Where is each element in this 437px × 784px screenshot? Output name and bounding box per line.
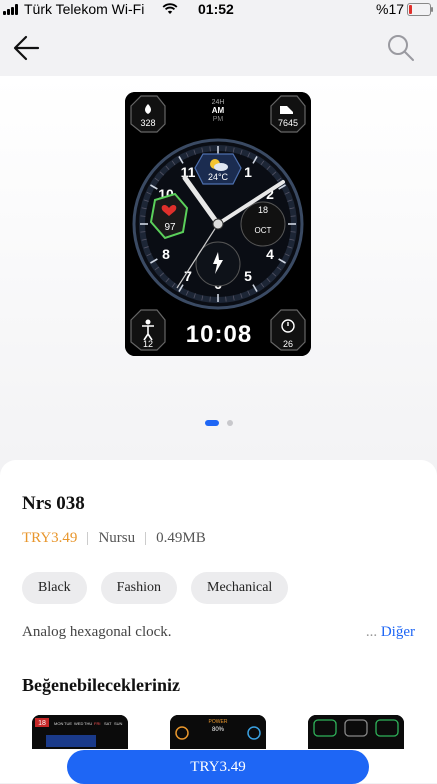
dial-tick <box>225 296 227 302</box>
signal-icon <box>3 4 18 15</box>
more-link[interactable]: ... Diğer <box>366 624 415 641</box>
tag-chip[interactable]: Fashion <box>100 572 177 604</box>
thumb-day-label: FRI <box>94 721 100 726</box>
recommendations-list: 18 MON TUE WED THU FRI SAT SUN POWER 80% <box>32 715 432 755</box>
recommendation-thumb[interactable]: POWER 80% <box>170 715 266 749</box>
heart-rate-value: 97 <box>164 222 176 233</box>
thumb-day-label: SUN <box>114 721 123 726</box>
pager-dot[interactable] <box>226 420 233 426</box>
bottom-right-value: 26 <box>283 339 293 349</box>
dial-tick <box>209 146 211 152</box>
product-meta: TRY3.49 Nursu 0.49MB <box>22 530 206 547</box>
thumb-power-label: POWER <box>209 719 228 725</box>
carrier-label: Türk Telekom Wi-Fi <box>24 1 145 17</box>
dial-tick <box>290 215 296 217</box>
battery-icon <box>407 3 433 16</box>
date-day: 18 <box>258 205 268 215</box>
dial-number: 8 <box>162 246 170 262</box>
ampm-pm: PM <box>213 116 224 123</box>
nav-bar <box>0 20 437 76</box>
dial-number: 4 <box>266 246 274 262</box>
divider <box>145 532 147 545</box>
tag-list: Black Fashion Mechanical <box>22 572 289 604</box>
details-sheet: Nrs 038 TRY3.49 Nursu 0.49MB Black Fashi… <box>0 460 437 784</box>
status-bar: Türk Telekom Wi-Fi 01:52 %17 <box>0 0 437 20</box>
image-pager[interactable] <box>0 420 437 426</box>
search-icon[interactable] <box>385 32 417 64</box>
dial-tick <box>140 215 146 217</box>
status-time: 01:52 <box>198 1 234 17</box>
tag-chip[interactable]: Mechanical <box>191 572 289 604</box>
ampm-am: AM <box>212 106 225 115</box>
product-price: TRY3.49 <box>22 530 78 546</box>
try-button[interactable]: TRY3.49 <box>67 750 369 784</box>
dial-tick <box>209 296 211 302</box>
digital-time: 10:08 <box>186 321 252 348</box>
tag-chip[interactable]: Black <box>22 572 87 604</box>
thumb-power-value: 80% <box>212 727 225 733</box>
recommendation-thumb[interactable] <box>308 715 404 749</box>
dial-tick <box>225 146 227 152</box>
recommendations-title: Beğenebilecekleriniz <box>22 675 180 695</box>
thumb-date: 18 <box>38 720 46 727</box>
product-title: Nrs 038 <box>22 493 85 514</box>
more-link-label[interactable]: Diğer <box>381 624 415 640</box>
thumb-day-label: SAT <box>104 721 112 726</box>
thumb-day-label: THU <box>84 721 92 726</box>
thumb-day-label: MON <box>54 721 63 726</box>
dial-number: 1 <box>244 164 252 180</box>
product-description: Analog hexagonal clock. <box>22 624 172 640</box>
recommendation-thumb[interactable]: 18 MON TUE WED THU FRI SAT SUN <box>32 715 128 749</box>
back-arrow-icon[interactable] <box>10 30 46 66</box>
dial-number: 5 <box>244 268 252 284</box>
dial-tick <box>290 231 296 233</box>
steps-left-value: 328 <box>140 118 155 128</box>
product-author[interactable]: Nursu <box>98 530 135 547</box>
steps-right-value: 7645 <box>278 118 298 128</box>
pager-dot-active[interactable] <box>204 420 219 426</box>
divider <box>87 532 89 545</box>
thumb-day-label: TUE <box>64 721 72 726</box>
dial-tick <box>140 231 146 233</box>
more-prefix: ... <box>365 624 381 640</box>
ampm-24h: 24H <box>212 99 225 106</box>
date-month: OCT <box>255 226 272 235</box>
battery-percent: %17 <box>376 1 405 17</box>
product-size: 0.49MB <box>156 530 206 546</box>
thumb-day-label: WED <box>74 721 83 726</box>
temperature-value: 24°C <box>208 172 229 182</box>
watch-face-preview[interactable]: 328 7645 24H AM PM 121234567891011 24°C <box>125 92 311 356</box>
wifi-icon <box>162 3 178 14</box>
bottom-left-value: 12 <box>143 339 153 349</box>
preview-area: 328 7645 24H AM PM 121234567891011 24°C <box>0 76 437 460</box>
